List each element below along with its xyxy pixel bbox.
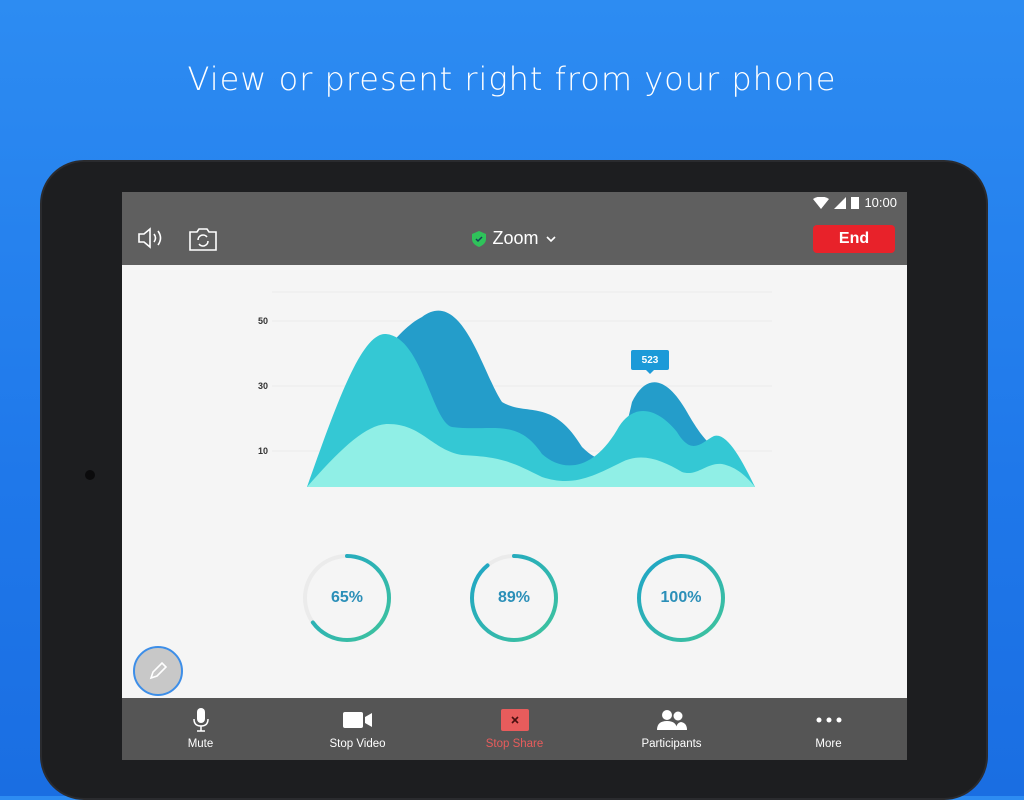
stop-share-label: Stop Share [485,738,544,750]
mute-label: Mute [187,738,214,750]
progress-ring-89: 89% [469,553,559,643]
progress-label: 100% [660,589,702,606]
stop-video-button[interactable]: Stop Video [279,698,436,760]
pencil-icon [149,661,168,680]
progress-label: 89% [497,589,531,606]
mute-button[interactable]: Mute [122,698,279,760]
bottom-toolbar: Mute Stop Video Stop Share Participants … [122,698,907,760]
area-chart [272,291,772,487]
video-camera-icon [342,712,372,728]
stop-share-icon [500,709,529,731]
headline: View or present right from your phone [187,60,837,98]
data-tooltip: 523 [631,350,669,370]
tooltip-pointer [645,369,655,374]
more-icon [816,717,841,723]
progress-ring-65: 65% [302,553,392,643]
more-button[interactable]: More [750,698,907,760]
participants-icon [656,710,687,730]
more-label: More [815,738,842,750]
annotate-button[interactable] [133,646,183,696]
app-screen: 10:00 Zoom End 50 30 10 523 65% 89% 100%… [122,192,907,760]
participants-button[interactable]: Participants [593,698,750,760]
microphone-icon [192,708,209,732]
progress-label: 65% [330,589,364,606]
stop-share-button[interactable]: Stop Share [436,698,593,760]
participants-label: Participants [641,738,702,750]
progress-ring-100: 100% [636,553,726,643]
stop-video-label: Stop Video [329,738,386,750]
camera-dot [85,470,95,480]
